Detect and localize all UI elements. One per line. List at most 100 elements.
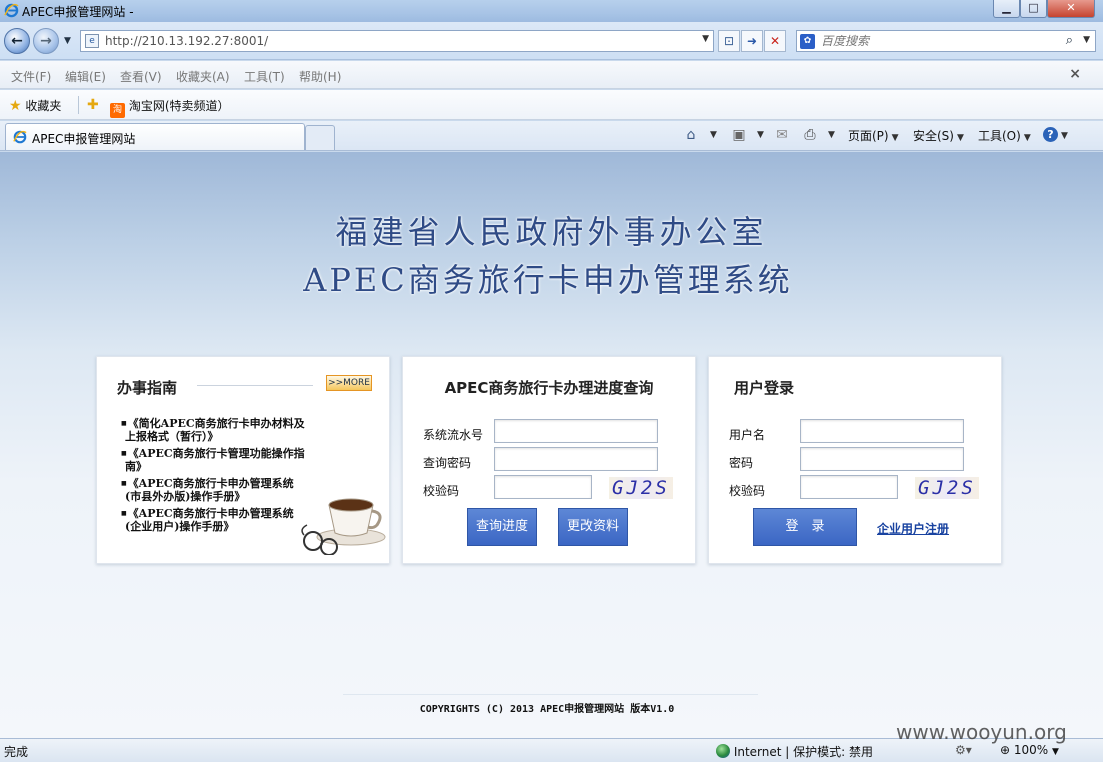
zoom-level: 100% bbox=[1013, 743, 1049, 757]
modify-info-button[interactable]: 更改资料 bbox=[558, 508, 628, 546]
guide-title: 办事指南 bbox=[117, 379, 178, 397]
login-button[interactable]: 登 录 bbox=[753, 508, 857, 546]
search-icon[interactable]: ⌕ bbox=[1066, 33, 1073, 48]
menu-file[interactable]: 文件(F) bbox=[11, 68, 51, 85]
query-progress-button[interactable]: 查询进度 bbox=[467, 508, 537, 546]
watermark: www.wooyun.org bbox=[896, 720, 1067, 744]
query-title: APEC商务旅行卡办理进度查询 bbox=[444, 379, 654, 397]
page-heading-org: 福建省人民政府外事办公室 bbox=[335, 213, 768, 251]
status-text: 完成 bbox=[4, 745, 29, 759]
favorite-link-label: 淘宝网(特卖频道） bbox=[128, 99, 230, 113]
back-button[interactable]: ← bbox=[4, 28, 30, 54]
feeds-dropdown-icon[interactable]: ▼ bbox=[757, 130, 764, 140]
username-field[interactable] bbox=[800, 419, 964, 443]
menu-edit[interactable]: 编辑(E) bbox=[65, 68, 106, 85]
query-password-label: 查询密码 bbox=[423, 456, 472, 470]
zoom-dropdown-icon: ▼ bbox=[1052, 747, 1059, 757]
security-zone[interactable]: Internet | 保护模式: 禁用 bbox=[716, 743, 873, 760]
url-text[interactable]: http://210.13.192.27:8001/ bbox=[105, 34, 268, 48]
window-title: APEC申报管理网站 - bbox=[22, 5, 134, 19]
menu-tools[interactable]: 工具(T) bbox=[244, 68, 285, 85]
guide-link[interactable]: 《APEC商务旅行卡管理功能操作指南》 bbox=[121, 447, 306, 473]
zoom-control[interactable]: ⊕ 100% ▼ bbox=[1000, 743, 1059, 757]
favorites-button[interactable]: ★ 收藏夹 bbox=[9, 97, 61, 114]
login-captcha-label: 校验码 bbox=[729, 484, 766, 498]
safety-menu[interactable]: 安全(S) ▼ bbox=[913, 127, 964, 144]
new-tab-button[interactable] bbox=[305, 125, 335, 150]
query-captcha-image[interactable]: GJ2S bbox=[609, 477, 673, 499]
login-captcha-field[interactable] bbox=[800, 475, 898, 499]
compatibility-view-icon[interactable]: ⊡ bbox=[718, 30, 740, 52]
progress-query-panel: APEC商务旅行卡办理进度查询 系统流水号 查询密码 校验码 GJ2S 查询进度… bbox=[402, 356, 696, 564]
home-dropdown-icon[interactable]: ▼ bbox=[710, 130, 717, 140]
guide-list: 《简化APEC商务旅行卡申办材料及上报格式（暂行）》 《APEC商务旅行卡管理功… bbox=[121, 417, 306, 537]
menu-bar: 文件(F) 编辑(E) 查看(V) 收藏夹(A) 工具(T) 帮助(H) × bbox=[0, 61, 1103, 89]
favorites-star-icon: ★ bbox=[9, 98, 22, 114]
search-box[interactable]: ✿ ⌕ ▼ bbox=[796, 30, 1096, 52]
globe-icon bbox=[716, 744, 730, 758]
window-title-bar: APEC申报管理网站 - ▁ □ ✕ bbox=[0, 0, 1103, 22]
chevron-down-icon: ▼ bbox=[1061, 131, 1068, 141]
login-panel: 用户登录 用户名 密码 校验码 GJ2S 登 录 企业用户注册 bbox=[708, 356, 1002, 564]
login-title: 用户登录 bbox=[734, 379, 795, 397]
menu-favorites[interactable]: 收藏夹(A) bbox=[176, 68, 230, 85]
password-field[interactable] bbox=[800, 447, 964, 471]
username-label: 用户名 bbox=[729, 428, 766, 442]
chevron-down-icon: ▼ bbox=[1023, 133, 1031, 143]
guide-divider bbox=[197, 385, 313, 386]
page-menu[interactable]: 页面(P) ▼ bbox=[848, 127, 899, 144]
coffee-cup-icon bbox=[301, 498, 386, 555]
tab-label: APEC申报管理网站 bbox=[32, 132, 136, 146]
taobao-icon: 淘 bbox=[110, 103, 125, 118]
tools-menu[interactable]: 工具(O) ▼ bbox=[978, 127, 1031, 144]
search-input[interactable] bbox=[821, 33, 1041, 49]
stop-icon[interactable]: ✕ bbox=[764, 30, 786, 52]
query-password-field[interactable] bbox=[494, 447, 658, 471]
chevron-down-icon: ▼ bbox=[956, 133, 964, 143]
address-dropdown-icon[interactable]: ▼ bbox=[702, 34, 709, 44]
register-link[interactable]: 企业用户注册 bbox=[877, 520, 949, 537]
help-menu[interactable]: ? ▼ bbox=[1043, 127, 1068, 142]
minimize-button[interactable]: ▁ bbox=[993, 0, 1020, 18]
print-icon[interactable]: ⎙ bbox=[801, 126, 819, 144]
maximize-button[interactable]: □ bbox=[1020, 0, 1047, 18]
history-dropdown-icon[interactable]: ▼ bbox=[64, 36, 71, 46]
print-dropdown-icon[interactable]: ▼ bbox=[828, 130, 835, 140]
ie-logo-icon bbox=[4, 3, 19, 18]
menu-help[interactable]: 帮助(H) bbox=[299, 68, 341, 85]
tab-bar: APEC申报管理网站 ⌂ ▼ ▣ ▼ ✉ ⎙ ▼ 页面(P) ▼ 安全(S) ▼ 工… bbox=[0, 121, 1103, 151]
login-captcha-image[interactable]: GJ2S bbox=[915, 477, 979, 499]
feeds-icon[interactable]: ▣ bbox=[730, 126, 748, 144]
favorites-label: 收藏夹 bbox=[25, 99, 62, 113]
page-heading-system: APEC商务旅行卡申办管理系统 bbox=[303, 261, 793, 299]
more-button[interactable]: >>MORE bbox=[326, 375, 372, 391]
favorite-link-taobao[interactable]: 淘 淘宝网(特卖频道） bbox=[110, 97, 230, 118]
address-toolbar: ← → ▼ e http://210.13.192.27:8001/ ▼ ⊡ ➜… bbox=[0, 22, 1103, 60]
guide-link[interactable]: 《APEC商务旅行卡申办管理系统(企业用户)操作手册》 bbox=[121, 507, 306, 533]
page-menu-label: 页面(P) bbox=[848, 129, 889, 143]
home-icon[interactable]: ⌂ bbox=[682, 126, 700, 144]
read-mail-icon[interactable]: ✉ bbox=[773, 126, 791, 144]
help-icon: ? bbox=[1043, 127, 1058, 142]
menu-close-icon[interactable]: × bbox=[1069, 66, 1081, 82]
tab-apec[interactable]: APEC申报管理网站 bbox=[5, 123, 305, 150]
footer-divider bbox=[343, 694, 758, 695]
forward-button[interactable]: → bbox=[33, 28, 59, 54]
page-icon: e bbox=[85, 34, 99, 48]
security-lock-icon[interactable]: ⚙▾ bbox=[955, 743, 972, 757]
query-captcha-label: 校验码 bbox=[423, 484, 460, 498]
favorites-divider bbox=[78, 96, 79, 114]
tools-menu-label: 工具(O) bbox=[978, 129, 1021, 143]
serial-number-field[interactable] bbox=[494, 419, 658, 443]
guide-link[interactable]: 《APEC商务旅行卡申办管理系统(市县外办版)操作手册》 bbox=[121, 477, 306, 503]
guide-link[interactable]: 《简化APEC商务旅行卡申办材料及上报格式（暂行）》 bbox=[121, 417, 306, 443]
serial-label: 系统流水号 bbox=[423, 428, 484, 442]
query-captcha-field[interactable] bbox=[494, 475, 592, 499]
baidu-paw-icon: ✿ bbox=[800, 34, 815, 49]
close-window-button[interactable]: ✕ bbox=[1047, 0, 1095, 18]
go-arrow-icon[interactable]: ➜ bbox=[741, 30, 763, 52]
search-dropdown-icon[interactable]: ▼ bbox=[1083, 35, 1090, 45]
add-favorite-icon[interactable]: ✚ bbox=[87, 97, 99, 113]
address-field[interactable]: e http://210.13.192.27:8001/ ▼ bbox=[80, 30, 714, 52]
menu-view[interactable]: 查看(V) bbox=[120, 68, 162, 85]
